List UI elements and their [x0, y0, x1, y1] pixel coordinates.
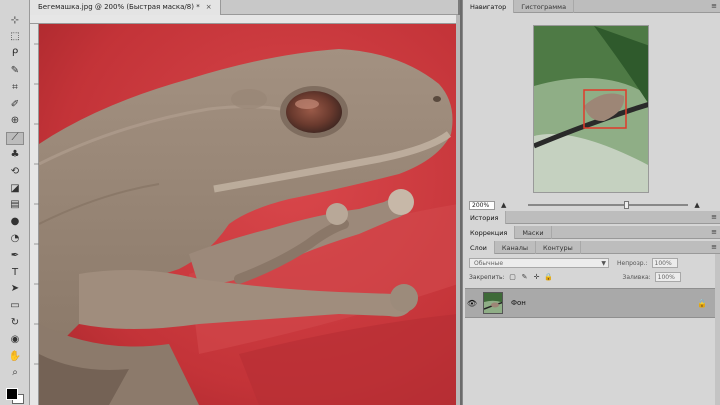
lock-icon: 🔒 — [697, 298, 707, 308]
navigator-preview — [534, 26, 648, 192]
navigator-tabs: Навигатор Гистограмма ≡ — [463, 0, 720, 13]
hand-icon[interactable]: ✋ — [6, 350, 24, 363]
zoom-slider[interactable] — [528, 201, 689, 209]
lock-transparency-icon[interactable]: ▢ — [509, 273, 517, 281]
tab-channels[interactable]: Каналы — [495, 241, 537, 254]
layers-scrollbar[interactable] — [715, 254, 720, 405]
panel-menu-icon[interactable]: ≡ — [707, 0, 720, 12]
chevron-down-icon: ▼ — [601, 259, 606, 267]
crop-icon[interactable]: ⌗ — [6, 81, 24, 94]
tab-paths[interactable]: Контуры — [536, 241, 581, 254]
document-area: Бегемашка.jpg @ 200% (Быстрая маска/8) *… — [30, 0, 460, 405]
eyedropper-icon[interactable]: ✐ — [6, 98, 24, 111]
document-tab[interactable]: Бегемашка.jpg @ 200% (Быстрая маска/8) *… — [30, 0, 221, 15]
layers-options-row: Обычные ▼ Непрозр.: 100% — [469, 258, 678, 268]
pen-icon[interactable]: ✒ — [6, 249, 24, 262]
fill-label: Заливка: — [622, 273, 651, 281]
zoom-value-input[interactable]: 200% — [469, 200, 495, 210]
layer-row[interactable]: 👁 Фон 🔒 — [465, 288, 715, 318]
layer-name[interactable]: Фон — [511, 299, 526, 307]
lock-position-icon[interactable]: ✛ — [533, 273, 541, 281]
layers-lock-row: Закрепить: ▢ ✎ ✛ 🔒 Заливка: 100% — [469, 272, 681, 282]
tab-history[interactable]: История — [463, 211, 507, 224]
opacity-input[interactable]: 100% — [651, 258, 678, 268]
panels-dock: Навигатор Гистограмма ≡ 200% ▲ ▲ История… — [462, 0, 720, 405]
canvas-scrollbar[interactable] — [456, 15, 460, 405]
clone-stamp-icon[interactable]: ♣ — [6, 148, 24, 161]
document-tab-title: Бегемашка.jpg @ 200% (Быстрая маска/8) * — [38, 3, 200, 11]
lock-all-icon[interactable]: 🔒 — [544, 273, 553, 281]
panel-menu-icon[interactable]: ≡ — [707, 226, 720, 238]
zoom-icon[interactable]: ⌕ — [6, 367, 24, 380]
tab-layers[interactable]: Слои — [463, 241, 495, 254]
navigator-panel — [463, 13, 720, 199]
navigator-zoom-bar: 200% ▲ ▲ — [463, 199, 720, 211]
navigator-thumbnail[interactable] — [533, 25, 649, 193]
3d-rotate-icon[interactable]: ↻ — [6, 316, 24, 329]
gradient-icon[interactable]: ▤ — [6, 199, 24, 212]
move-icon[interactable]: ⊹ — [6, 14, 24, 27]
blur-icon[interactable]: ● — [6, 216, 24, 229]
zoom-in-icon[interactable]: ▲ — [694, 201, 699, 209]
layers-tabs: Слои Каналы Контуры ≡ — [463, 241, 720, 254]
tab-adjustments[interactable]: Коррекция — [463, 226, 516, 239]
ruler-horizontal — [30, 15, 458, 30]
3d-camera-icon[interactable]: ◉ — [6, 333, 24, 346]
fill-input[interactable]: 100% — [654, 272, 681, 282]
ruler-ticks-vertical-icon — [34, 43, 39, 365]
tab-histogram[interactable]: Гистограмма — [514, 0, 575, 13]
lock-pixels-icon[interactable]: ✎ — [521, 273, 529, 281]
layers-panel: Обычные ▼ Непрозр.: 100% Закрепить: ▢ ✎ … — [463, 254, 720, 405]
path-select-icon[interactable]: ➤ — [6, 283, 24, 296]
panel-menu-icon[interactable]: ≡ — [707, 241, 720, 253]
opacity-label: Непрозр.: — [617, 259, 648, 267]
history-tabs: История ≡ — [463, 211, 720, 224]
layer-thumbnail-image — [484, 293, 502, 313]
lock-label: Закрепить: — [469, 273, 505, 281]
lasso-icon[interactable]: ᑭ — [6, 48, 24, 61]
tools-panel: ⊹ ⬚ ᑭ ✎ ⌗ ✐ ⊕ ⟋ ♣ ⟲ ◪ ▤ ● ◔ ✒ T ➤ ▭ ↻ ◉ ✋ ⌕ — [0, 0, 30, 405]
tab-masks[interactable]: Маски — [515, 226, 552, 239]
history-brush-icon[interactable]: ⟲ — [6, 165, 24, 178]
type-icon[interactable]: T — [6, 266, 24, 279]
close-icon[interactable]: × — [206, 3, 212, 11]
layer-thumbnail — [483, 292, 503, 314]
eraser-icon[interactable]: ◪ — [6, 182, 24, 195]
shape-icon[interactable]: ▭ — [6, 300, 24, 313]
tab-navigator[interactable]: Навигатор — [463, 0, 515, 13]
healing-icon[interactable]: ⊕ — [6, 115, 24, 128]
brush-icon[interactable]: ⟋ — [6, 131, 24, 145]
panel-menu-icon[interactable]: ≡ — [707, 211, 720, 223]
eye-icon[interactable]: 👁 — [465, 299, 479, 308]
image-canvas[interactable] — [39, 24, 458, 405]
ruler-vertical — [30, 24, 39, 405]
dodge-icon[interactable]: ◔ — [6, 232, 24, 245]
adjustments-tabs: Коррекция Маски ≡ — [463, 226, 720, 239]
foreground-color-swatch[interactable] — [6, 388, 18, 400]
quick-select-icon[interactable]: ✎ — [6, 64, 24, 77]
blend-mode-select[interactable]: Обычные ▼ — [469, 258, 609, 268]
marquee-icon[interactable]: ⬚ — [6, 31, 24, 44]
photoshop-window: ⊹ ⬚ ᑭ ✎ ⌗ ✐ ⊕ ⟋ ♣ ⟲ ◪ ▤ ● ◔ ✒ T ➤ ▭ ↻ ◉ ✋ ⌕ Бегемашка.jpg @ 2… — [0, 0, 720, 405]
frog-photo — [39, 24, 458, 405]
zoom-out-icon[interactable]: ▲ — [501, 201, 506, 209]
blend-mode-value: Обычные — [474, 259, 504, 267]
zoom-slider-handle[interactable] — [624, 201, 630, 209]
document-tab-bar: Бегемашка.jpg @ 200% (Быстрая маска/8) *… — [30, 0, 458, 15]
